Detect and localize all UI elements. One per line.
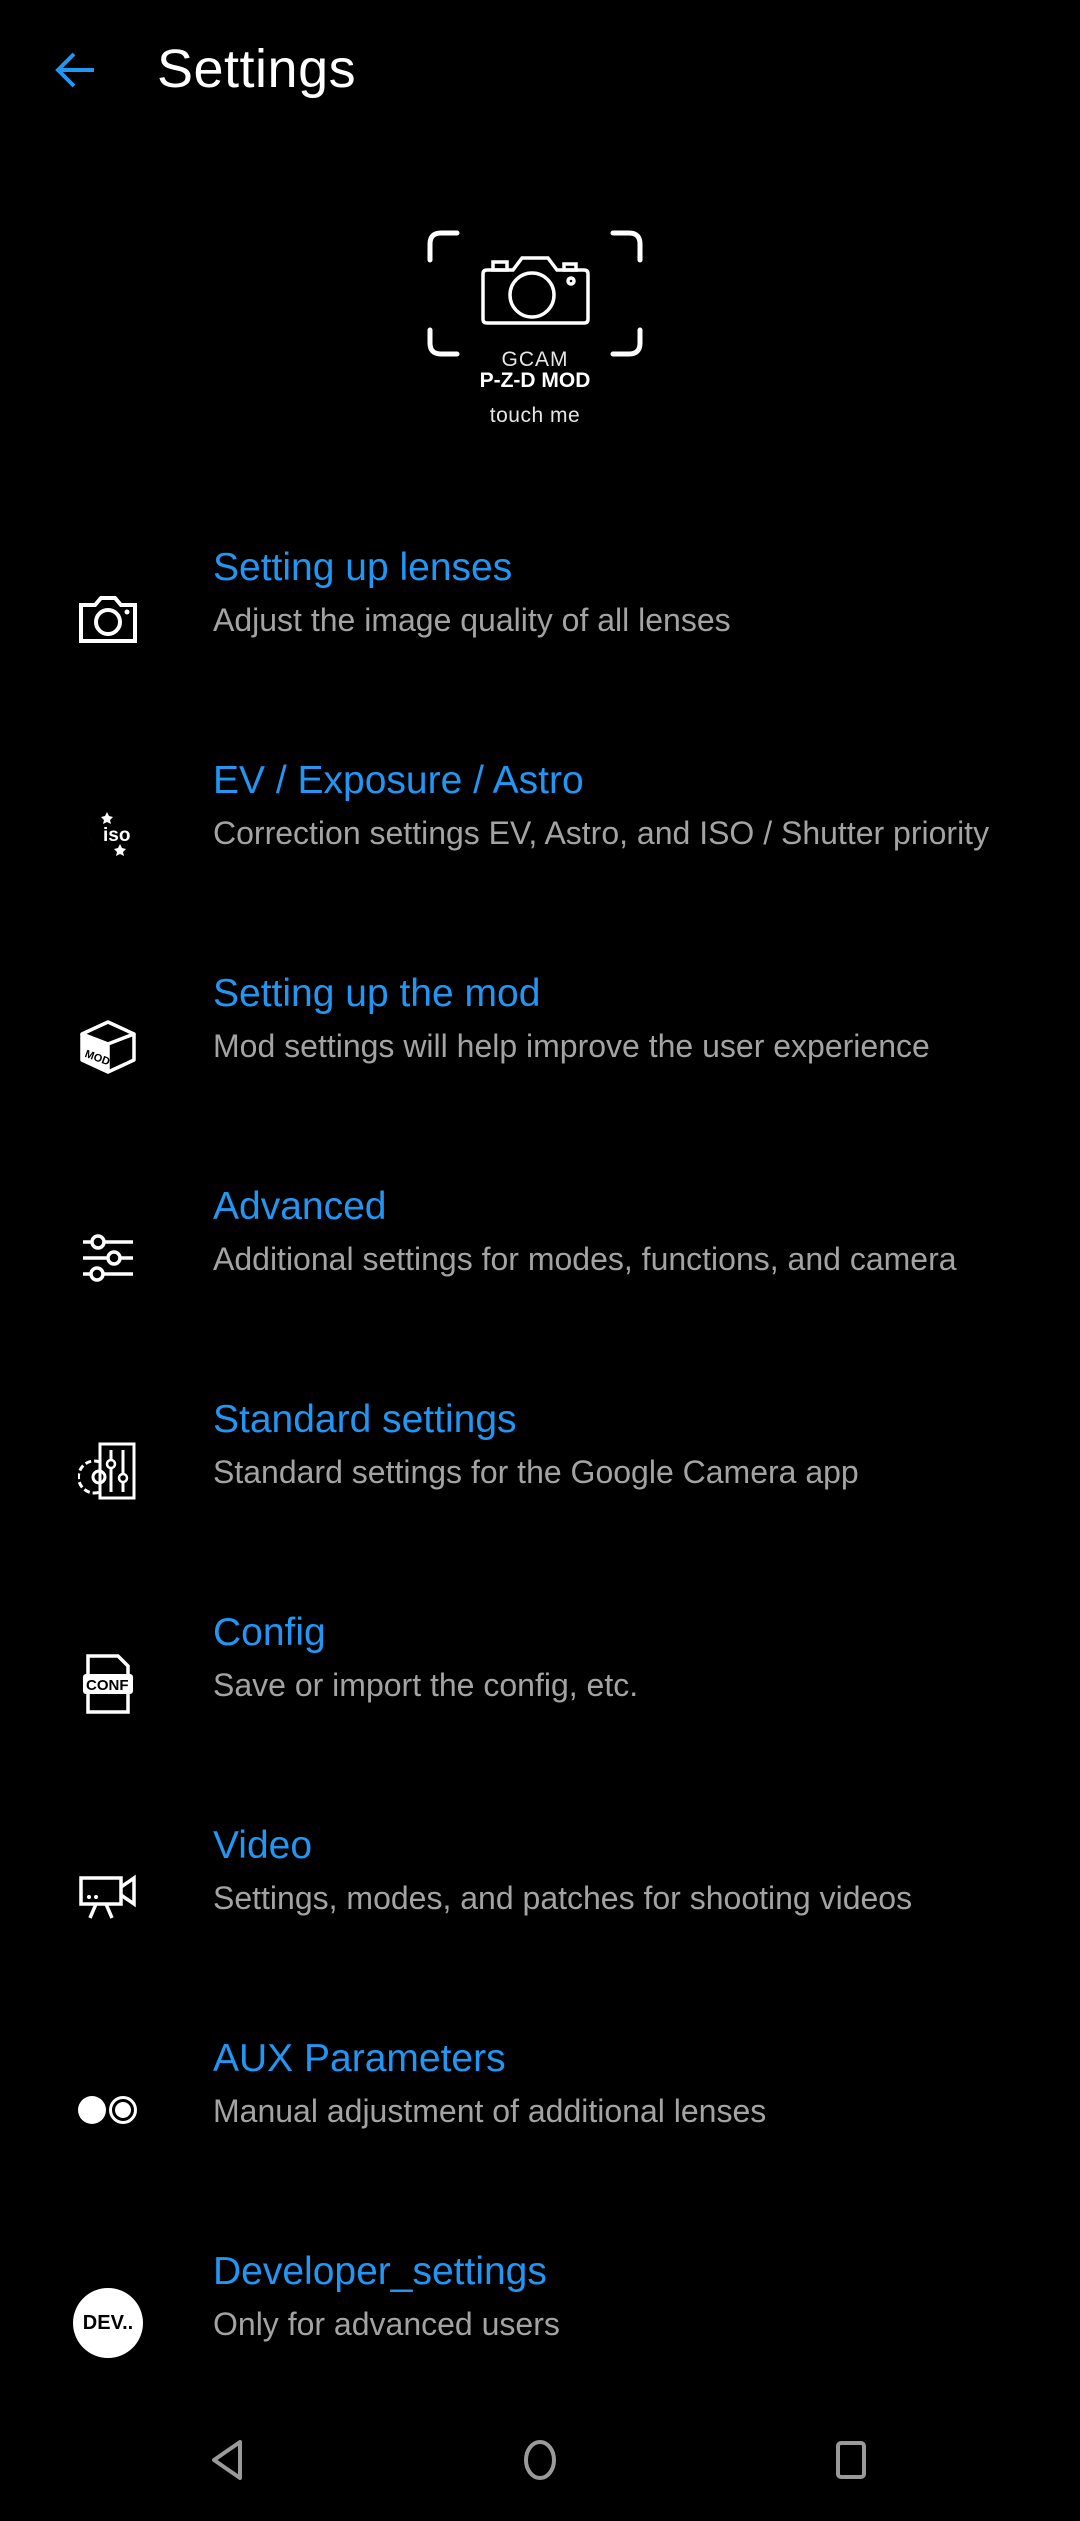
item-subtitle: Only for advanced users (213, 2306, 560, 2342)
item-title: Config (213, 1611, 326, 1654)
back-button[interactable] (44, 40, 104, 100)
logo-line2: P-Z-D MOD (479, 369, 591, 392)
arrow-back-icon (55, 52, 94, 88)
item-title: Setting up lenses (213, 546, 513, 589)
nav-home-button[interactable] (500, 2420, 580, 2500)
svg-text:CONF: CONF (86, 1677, 129, 1694)
camera-icon (68, 579, 148, 659)
settings-item-video[interactable]: Video Settings, modes, and patches for s… (0, 1790, 1080, 2003)
svg-text:iso: iso (103, 825, 130, 846)
nav-back-icon (212, 2440, 242, 2480)
conf-file-icon: CONF (68, 1644, 148, 1724)
item-subtitle: Additional settings for modes, functions… (213, 1241, 957, 1277)
settings-item-aux-parameters[interactable]: AUX Parameters Manual adjustment of addi… (0, 2003, 1080, 2216)
item-subtitle: Manual adjustment of additional lenses (213, 2093, 767, 2129)
settings-item-config[interactable]: CONF Config Save or import the config, e… (0, 1577, 1080, 1790)
settings-item-advanced[interactable]: Advanced Additional settings for modes, … (0, 1151, 1080, 1364)
app-bar: Settings (0, 0, 1080, 150)
item-subtitle: Save or import the config, etc. (213, 1667, 639, 1703)
gcam-logo-button[interactable]: GCAM P-Z-D MOD touch me (427, 230, 643, 440)
settings-item-ev-exposure-astro[interactable]: iso EV / Exposure / Astro Correction set… (0, 725, 1080, 938)
page-title: Settings (157, 39, 357, 99)
system-nav-bar (0, 2400, 1080, 2521)
nav-recents-button[interactable] (811, 2420, 891, 2500)
item-title: Advanced (213, 1185, 387, 1228)
gear-sliders-icon (68, 1431, 148, 1511)
sliders-icon (68, 1218, 148, 1298)
camera-frame-icon (427, 230, 643, 357)
nav-recents-icon (836, 2441, 866, 2479)
mod-box-icon: MOD (68, 1005, 148, 1085)
iso-moon-icon: iso (68, 792, 148, 872)
settings-item-developer-settings[interactable]: DEV.. Developer_settings Only for advanc… (0, 2216, 1080, 2429)
item-subtitle: Adjust the image quality of all lenses (213, 602, 731, 638)
item-title: Developer_settings (213, 2250, 547, 2293)
item-subtitle: Mod settings will help improve the user … (213, 1028, 930, 1064)
dev-badge-icon: DEV.. (68, 2283, 148, 2363)
item-title: Standard settings (213, 1398, 517, 1441)
item-subtitle: Settings, modes, and patches for shootin… (213, 1880, 913, 1916)
settings-item-mod-setup[interactable]: MOD Setting up the mod Mod settings will… (0, 938, 1080, 1151)
item-title: Video (213, 1824, 313, 1867)
nav-back-button[interactable] (188, 2420, 268, 2500)
item-subtitle: Correction settings EV, Astro, and ISO /… (213, 815, 990, 851)
item-title: AUX Parameters (213, 2037, 506, 2080)
settings-item-standard-settings[interactable]: Standard settings Standard settings for … (0, 1364, 1080, 1577)
nav-home-icon (524, 2440, 556, 2480)
video-camera-icon (68, 1857, 148, 1937)
item-subtitle: Standard settings for the Google Camera … (213, 1454, 859, 1490)
aux-lenses-icon (68, 2070, 148, 2150)
item-title: EV / Exposure / Astro (213, 759, 584, 802)
settings-item-lenses[interactable]: Setting up lenses Adjust the image quali… (0, 512, 1080, 725)
logo-caption: touch me (489, 404, 581, 427)
dev-badge-text: DEV.. (82, 2311, 134, 2334)
item-title: Setting up the mod (213, 972, 541, 1015)
